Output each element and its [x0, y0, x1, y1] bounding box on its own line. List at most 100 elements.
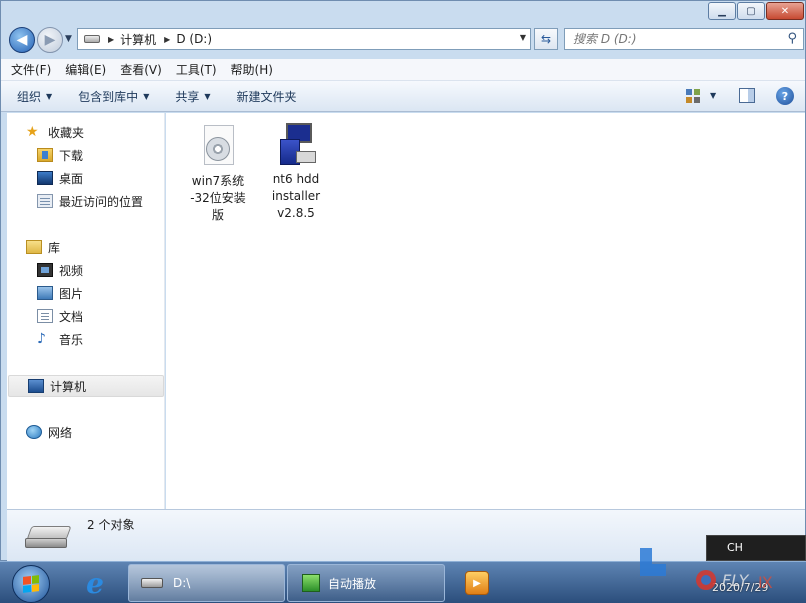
- organize-button[interactable]: 组织 ▼: [17, 88, 52, 105]
- chevron-right-icon[interactable]: ▶: [164, 35, 170, 44]
- view-grid-icon: [686, 89, 700, 103]
- search-icon[interactable]: ⚲: [787, 31, 797, 46]
- command-bar: 组织 ▼ 包含到库中 ▼ 共享 ▼ 新建文件夹 ▼ ?: [1, 81, 805, 112]
- media-player-icon[interactable]: ▶: [465, 571, 489, 595]
- preview-pane-button[interactable]: [739, 88, 755, 103]
- back-button[interactable]: ◀: [9, 27, 35, 53]
- drive-icon: [84, 35, 100, 43]
- nav-documents[interactable]: 文档: [7, 306, 165, 326]
- computer-icon: [28, 379, 44, 393]
- file-name-line: installer: [271, 189, 321, 203]
- chevron-down-icon: ▼: [46, 91, 53, 101]
- file-item-win7-iso[interactable]: win7系统 -32位安装 版: [180, 123, 256, 224]
- nav-videos-label: 视频: [59, 263, 84, 278]
- view-options-dropdown-icon[interactable]: ▼: [710, 91, 716, 100]
- file-list: win7系统 -32位安装 版 nt6 hdd installer v2.8.5: [166, 113, 805, 509]
- nav-music[interactable]: ♪ 音乐: [7, 329, 165, 349]
- explorer-window: ▁ ▢ ✕ ◀ ▶ ▼ ▶ 计算机 ▶ D (D:) ▼ ⇆ ⚲ 文件(F) 编…: [0, 0, 806, 561]
- internet-explorer-icon[interactable]: e: [78, 567, 112, 600]
- nav-music-label: 音乐: [59, 332, 84, 347]
- taskbar-item-autoplay[interactable]: 自动播放: [287, 564, 445, 602]
- share-button[interactable]: 共享 ▼: [175, 88, 210, 105]
- breadcrumb-drive-d[interactable]: D (D:): [176, 32, 212, 46]
- breadcrumb-computer[interactable]: 计算机: [120, 31, 156, 48]
- help-button[interactable]: ?: [776, 87, 794, 105]
- close-icon: ✕: [780, 5, 790, 17]
- menu-edit[interactable]: 编辑(E): [65, 61, 106, 78]
- menu-help[interactable]: 帮助(H): [231, 61, 273, 78]
- nav-pictures-label: 图片: [59, 286, 84, 301]
- hard-drive-icon: [25, 526, 72, 550]
- start-button[interactable]: [12, 565, 50, 603]
- search-box[interactable]: ⚲: [564, 28, 804, 50]
- menu-bar: 文件(F) 编辑(E) 查看(V) 工具(T) 帮助(H): [1, 59, 805, 81]
- nav-computer[interactable]: 计算机: [8, 375, 164, 397]
- nav-recent-places-label: 最近访问的位置: [59, 194, 144, 209]
- nav-documents-label: 文档: [59, 309, 84, 324]
- taskbar: e D:\ 自动播放 ▶: [0, 561, 806, 603]
- file-name-line: 版: [211, 208, 224, 222]
- documents-icon: [37, 309, 53, 323]
- nav-favorites[interactable]: ★ 收藏夹: [7, 122, 165, 142]
- menu-tools[interactable]: 工具(T): [176, 61, 217, 78]
- menu-view[interactable]: 查看(V): [120, 61, 162, 78]
- change-view-button[interactable]: [685, 88, 701, 104]
- refresh-icon: ⇆: [540, 32, 552, 46]
- maximize-button[interactable]: ▢: [737, 2, 765, 20]
- file-name-line: win7系统: [191, 174, 245, 188]
- recent-places-icon: [37, 194, 53, 208]
- desktop-icon: [37, 171, 53, 185]
- minimize-icon: ▁: [718, 5, 726, 17]
- nav-desktop[interactable]: 桌面: [7, 168, 165, 188]
- address-bar[interactable]: ▶ 计算机 ▶ D (D:) ▼: [77, 28, 531, 50]
- include-in-library-button[interactable]: 包含到库中 ▼: [78, 88, 149, 105]
- menu-file[interactable]: 文件(F): [11, 61, 51, 78]
- taskbar-item-label: 自动播放: [328, 576, 377, 591]
- nav-favorites-label: 收藏夹: [48, 125, 85, 140]
- chevron-right-icon[interactable]: ▶: [108, 35, 114, 44]
- nav-downloads-label: 下载: [59, 148, 84, 163]
- nav-computer-label: 计算机: [50, 379, 87, 394]
- forward-arrow-icon: ▶: [44, 32, 56, 48]
- new-folder-button[interactable]: 新建文件夹: [237, 88, 297, 105]
- nav-pictures[interactable]: 图片: [7, 283, 165, 303]
- minimize-button[interactable]: ▁: [708, 2, 736, 20]
- back-arrow-icon: ◀: [16, 32, 28, 48]
- nav-libraries-label: 库: [48, 240, 61, 255]
- file-item-nt6-installer[interactable]: nt6 hdd installer v2.8.5: [258, 121, 334, 222]
- navigation-pane: ★ 收藏夹 下载 桌面 最近访问的位置 库 视频 图片 文档 ♪ 音乐 计算机 …: [7, 113, 165, 509]
- installer-app-icon: [272, 121, 320, 169]
- search-input[interactable]: [565, 29, 765, 49]
- title-bar[interactable]: ▁ ▢ ✕: [1, 1, 805, 23]
- drive-icon: [141, 578, 163, 588]
- language-bar[interactable]: CH: [706, 535, 806, 561]
- nav-downloads[interactable]: 下载: [7, 145, 165, 165]
- address-dropdown-icon[interactable]: ▼: [520, 33, 526, 42]
- video-icon: [37, 263, 53, 277]
- refresh-button[interactable]: ⇆: [534, 28, 558, 50]
- taskbar-item-label: D:\: [173, 576, 191, 590]
- nav-videos[interactable]: 视频: [7, 260, 165, 280]
- forward-button[interactable]: ▶: [37, 27, 63, 53]
- pictures-icon: [37, 286, 53, 300]
- chevron-down-icon: ▼: [143, 91, 150, 101]
- nav-libraries[interactable]: 库: [7, 237, 165, 257]
- organize-label: 组织: [17, 89, 42, 104]
- library-icon: [26, 240, 42, 254]
- clock-date[interactable]: 2020/7/29: [712, 581, 768, 594]
- recent-pages-dropdown[interactable]: ▼: [65, 34, 72, 44]
- chevron-down-icon: ▼: [204, 91, 211, 101]
- star-icon: ★: [26, 124, 39, 140]
- maximize-icon: ▢: [746, 5, 756, 17]
- language-indicator[interactable]: CH: [727, 541, 743, 554]
- nav-recent-places[interactable]: 最近访问的位置: [7, 191, 165, 211]
- nav-network[interactable]: 网络: [7, 422, 165, 442]
- details-pane: 2 个对象: [7, 509, 805, 561]
- windows-logo-icon: [23, 575, 39, 593]
- taskbar-item-explorer[interactable]: D:\: [128, 564, 285, 602]
- include-in-library-label: 包含到库中: [78, 89, 139, 104]
- navigation-bar: ◀ ▶ ▼ ▶ 计算机 ▶ D (D:) ▼ ⇆ ⚲: [1, 23, 805, 57]
- close-button[interactable]: ✕: [766, 2, 804, 20]
- autoplay-icon: [302, 574, 320, 592]
- item-count: 2 个对象: [87, 518, 135, 532]
